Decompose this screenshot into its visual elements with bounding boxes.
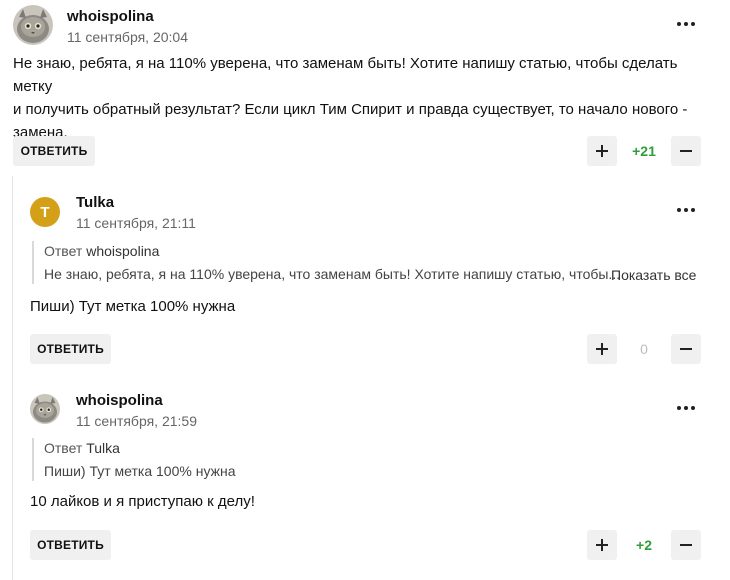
upvote-button[interactable] (587, 530, 617, 560)
comment-author[interactable]: whoispolina (67, 8, 154, 25)
comment-date: 11 сентября, 21:59 (76, 413, 197, 429)
downvote-button[interactable] (671, 334, 701, 364)
minus-icon (680, 348, 692, 350)
avatar[interactable] (30, 394, 60, 424)
plus-icon (596, 145, 608, 157)
comment-date: 11 сентября, 21:11 (76, 215, 196, 231)
more-options-icon[interactable] (672, 14, 700, 34)
plus-icon (596, 343, 608, 355)
cat-avatar-image (13, 5, 53, 45)
thread-line (12, 176, 13, 580)
downvote-button[interactable] (671, 136, 701, 166)
comment-text-line: и получить обратный результат? Если цикл… (13, 101, 688, 118)
reply-button[interactable]: ОТВЕТИТЬ (30, 530, 111, 560)
avatar[interactable]: T (30, 197, 60, 227)
upvote-button[interactable] (587, 334, 617, 364)
reply-quote: Ответ whoispolina Не знаю, ребята, я на … (32, 241, 621, 284)
upvote-button[interactable] (587, 136, 617, 166)
quote-text: Пиши) Тут метка 100% нужна (44, 463, 236, 479)
comment-author[interactable]: Tulka (76, 194, 114, 211)
quote-prefix: Ответ (44, 243, 83, 259)
reply-button[interactable]: ОТВЕТИТЬ (30, 334, 111, 364)
plus-icon (596, 539, 608, 551)
minus-icon (680, 544, 692, 546)
avatar[interactable] (13, 5, 53, 45)
show-all-link[interactable]: Показать все (611, 267, 696, 283)
rating-count: +2 (636, 537, 652, 553)
comment-text-line: Не знаю, ребята, я на 110% уверена, что … (13, 55, 678, 95)
quote-prefix: Ответ (44, 440, 83, 456)
cat-avatar-image (30, 394, 60, 424)
comment-text: Пиши) Тут метка 100% нужна (30, 298, 236, 315)
quote-text: Не знаю, ребята, я на 110% уверена, что … (44, 266, 621, 282)
reply-button[interactable]: ОТВЕТИТЬ (13, 136, 95, 166)
quote-header: Ответ whoispolina (44, 241, 602, 261)
comment-text: 10 лайков и я приступаю к делу! (30, 493, 255, 510)
quote-author[interactable]: Tulka (86, 440, 120, 456)
reply-quote: Ответ Tulka Пиши) Тут метка 100% нужна (32, 438, 602, 481)
more-options-icon[interactable] (672, 398, 700, 418)
comment-author[interactable]: whoispolina (76, 392, 163, 409)
rating-count: 0 (640, 341, 648, 357)
comment-text: Не знаю, ребята, я на 110% уверена, что … (13, 52, 713, 144)
quote-header: Ответ Tulka (44, 438, 602, 458)
rating-count: +21 (632, 143, 656, 159)
downvote-button[interactable] (671, 530, 701, 560)
comment-date: 11 сентября, 20:04 (67, 29, 188, 45)
more-options-icon[interactable] (672, 200, 700, 220)
minus-icon (680, 150, 692, 152)
quote-author[interactable]: whoispolina (86, 243, 159, 259)
